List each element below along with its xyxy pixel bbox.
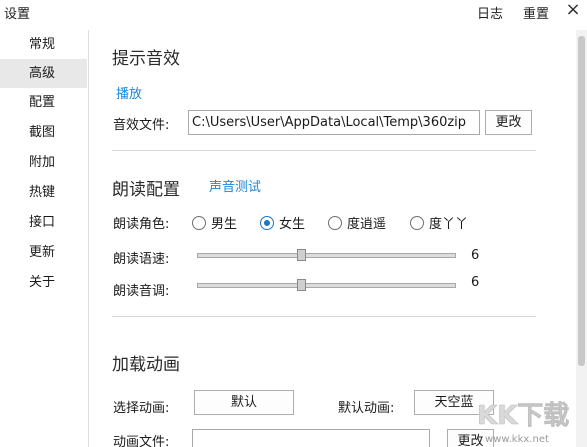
pitch-value: 6 (471, 275, 480, 290)
sidebar-item-hotkeys[interactable]: 热键 (0, 178, 87, 207)
watermark-logo-icon: KK下载 www.kkx.net (477, 401, 570, 445)
sidebar-nav: 常规 高级 配置 截图 附加 热键 接口 更新 关于 (0, 30, 88, 447)
reading-section-title: 朗读配置 (112, 180, 180, 200)
sidebar-item-api[interactable]: 接口 (0, 208, 87, 237)
role-female-radio[interactable] (260, 216, 274, 230)
select-animation-label: 选择动画: (113, 401, 170, 416)
sound-file-change-button[interactable]: 更改 (485, 110, 532, 135)
default-animation-label: 默认动画: (338, 401, 395, 416)
animation-file-field[interactable] (192, 429, 430, 447)
role-male-radio[interactable] (192, 216, 206, 230)
sidebar-item-update[interactable]: 更新 (0, 238, 87, 267)
speed-slider-track[interactable] (197, 253, 456, 258)
play-sound-link[interactable]: 播放 (116, 83, 142, 102)
animation-file-label: 动画文件: (113, 435, 170, 447)
section-divider (112, 150, 536, 151)
role-female-label[interactable]: 女生 (279, 213, 305, 232)
pitch-slider-track[interactable] (197, 283, 456, 288)
speed-value: 6 (471, 248, 480, 263)
role-male-label[interactable]: 男生 (211, 213, 237, 232)
role-duxiaoyao-radio[interactable] (328, 216, 342, 230)
sound-section-title: 提示音效 (112, 49, 180, 69)
sidebar-item-advanced[interactable]: 高级 (0, 59, 87, 88)
voice-test-link[interactable]: 声音测试 (209, 176, 261, 195)
sidebar-item-addons[interactable]: 附加 (0, 148, 87, 177)
select-animation-button[interactable]: 默认 (194, 390, 294, 415)
sound-file-field[interactable]: C:\Users\User\AppData\Local\Temp\360zip (188, 110, 480, 135)
sidebar-item-general[interactable]: 常规 (0, 30, 87, 59)
log-button[interactable]: 日志 (477, 3, 503, 22)
sidebar-item-about[interactable]: 关于 (0, 268, 87, 297)
pitch-slider-thumb[interactable] (296, 279, 306, 291)
watermark-url: www.kkx.net (485, 434, 549, 445)
watermark: KK下载 www.kkx.net (469, 392, 579, 447)
reading-role-label: 朗读角色: (113, 217, 170, 232)
role-duxiaoyao-label[interactable]: 度逍遥 (347, 213, 386, 232)
role-duyaya-radio[interactable] (410, 216, 424, 230)
window-title: 设置 (4, 7, 31, 22)
animation-section-title: 加载动画 (112, 355, 180, 375)
scrollbar-thumb[interactable] (578, 36, 585, 366)
reading-pitch-label: 朗读音调: (113, 284, 170, 299)
reset-button[interactable]: 重置 (523, 3, 549, 22)
section-divider (112, 316, 536, 317)
sidebar-divider (88, 30, 89, 447)
role-duyaya-label[interactable]: 度丫丫 (429, 213, 468, 232)
sound-file-label: 音效文件: (113, 118, 170, 133)
sidebar-item-screenshot[interactable]: 截图 (0, 118, 87, 147)
speed-slider-thumb[interactable] (296, 249, 306, 261)
watermark-brand: KK下载 (477, 401, 569, 431)
sidebar-item-config[interactable]: 配置 (0, 88, 87, 117)
close-icon[interactable]: × (563, 0, 583, 20)
reading-speed-label: 朗读语速: (113, 252, 170, 267)
